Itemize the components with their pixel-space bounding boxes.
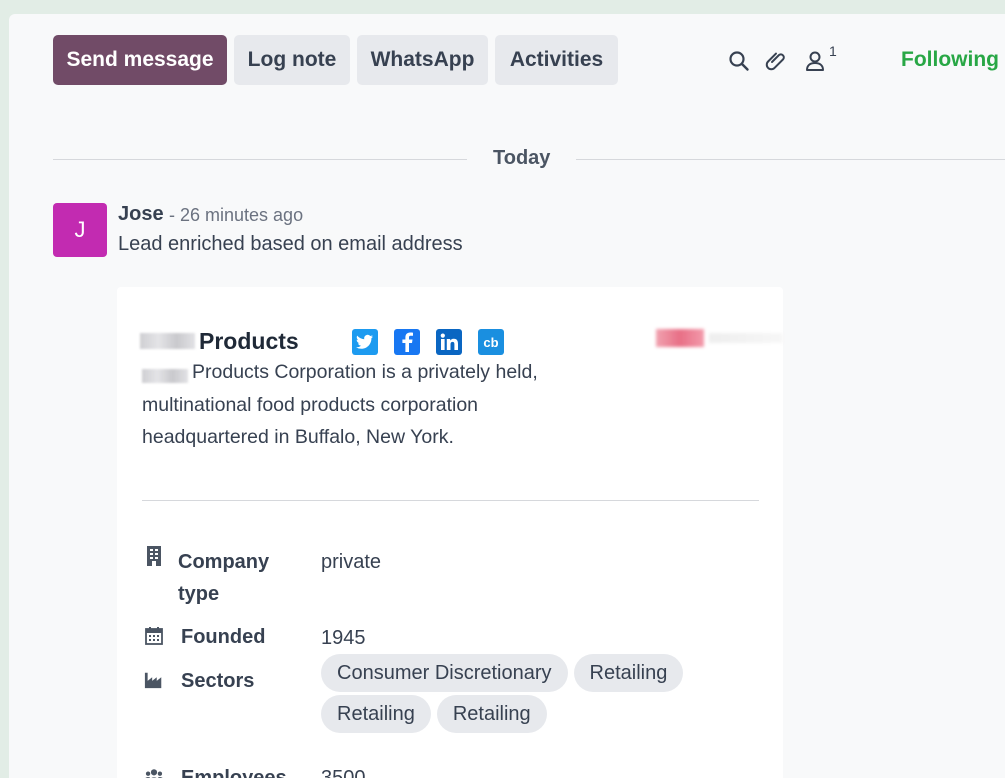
date-separator: Today: [493, 147, 551, 169]
date-separator-line-right: [576, 159, 1005, 160]
company-description: Products Corporation is a privately held…: [142, 361, 538, 448]
company-type-label: Company type: [178, 551, 270, 605]
log-note-button[interactable]: Log note: [234, 35, 350, 85]
sector-tag: Consumer Discretionary: [321, 654, 568, 692]
avatar[interactable]: J: [53, 203, 107, 257]
paperclip-icon[interactable]: [765, 49, 789, 73]
sector-tag: Retailing: [321, 695, 431, 733]
blurred-company-prefix: [140, 333, 195, 349]
card-divider: [142, 500, 759, 501]
message-body: Lead enriched based on email address: [118, 233, 463, 255]
message-author[interactable]: Jose: [118, 203, 164, 226]
follower-count: 1: [829, 43, 837, 59]
building-icon: [144, 546, 164, 566]
sector-tag: Retailing: [436, 695, 547, 733]
toolbar-icons: 1: [727, 43, 849, 76]
sector-tags: Consumer Discretionary Retailing Retaili…: [321, 654, 741, 736]
send-message-button[interactable]: Send message: [53, 35, 227, 85]
facebook-icon[interactable]: [394, 329, 420, 355]
crunchbase-icon[interactable]: cb: [478, 329, 504, 355]
sector-tag: Retailing: [573, 654, 684, 692]
chatter-panel: Send message Log note WhatsApp Activitie…: [9, 14, 1005, 778]
founded-value: 1945: [321, 627, 366, 649]
company-logo: [656, 329, 704, 347]
employees-value: 3500: [321, 767, 366, 778]
message-timestamp: - 26 minutes ago: [169, 205, 304, 225]
date-separator-line-left: [53, 159, 467, 160]
industry-icon: [144, 670, 164, 690]
company-logo-text: [709, 333, 783, 343]
company-type-value: private: [321, 551, 382, 573]
employees-label: Employees: [181, 767, 287, 778]
social-links: cb: [352, 329, 520, 355]
users-icon: [144, 766, 164, 778]
company-enrichment-card: Products cb Products Corporation is a pr…: [117, 287, 783, 778]
whatsapp-button[interactable]: WhatsApp: [357, 35, 488, 85]
sectors-label: Sectors: [181, 670, 255, 692]
company-name: Products: [199, 328, 299, 354]
twitter-icon[interactable]: [352, 329, 378, 355]
search-icon[interactable]: [727, 49, 751, 73]
following-button[interactable]: Following: [901, 48, 999, 72]
calendar-icon: [144, 626, 164, 646]
linkedin-icon[interactable]: [436, 329, 462, 355]
activities-button[interactable]: Activities: [495, 35, 618, 85]
followers-icon[interactable]: [803, 49, 827, 73]
chatter-toolbar: Send message Log note WhatsApp Activitie…: [53, 35, 625, 85]
founded-label: Founded: [181, 626, 266, 648]
